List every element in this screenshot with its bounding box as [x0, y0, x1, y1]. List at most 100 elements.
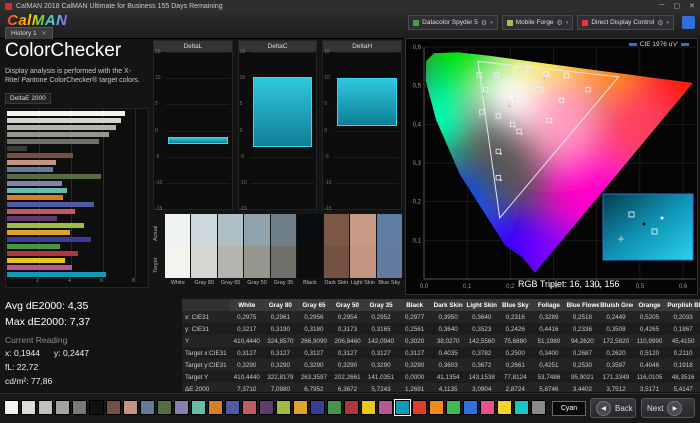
- color-swatch[interactable]: [361, 400, 376, 415]
- table-cell: 0,3290: [263, 359, 298, 371]
- gridline: [250, 156, 315, 158]
- table-row: Target y:CIE31 0,3290 0,3290 0,3290 0,3290 0,…: [182, 359, 700, 371]
- table-cell: 3,7512: [599, 383, 633, 392]
- gridline: [335, 209, 400, 210]
- app-menu-icon[interactable]: [682, 16, 695, 29]
- patch-column[interactable]: White: [165, 214, 191, 290]
- table-cell: 0,3672: [464, 359, 499, 371]
- table-row-label: y: CIE31: [182, 323, 230, 335]
- table-cell: 5,7243: [364, 383, 398, 392]
- color-swatch[interactable]: [106, 400, 121, 415]
- de2000-bar: [7, 117, 121, 123]
- color-swatch[interactable]: [21, 400, 36, 415]
- color-swatch[interactable]: [38, 400, 53, 415]
- svg-text:0,2: 0,2: [506, 284, 515, 290]
- table-cell: 0,0000: [397, 371, 432, 383]
- color-swatch[interactable]: [72, 400, 87, 415]
- chevron-down-icon[interactable]: ▾: [490, 20, 493, 26]
- color-swatch[interactable]: [174, 400, 189, 415]
- target-patch: [350, 246, 376, 278]
- patch-name: Blue Sky: [378, 280, 401, 286]
- color-swatch[interactable]: [378, 400, 393, 415]
- color-swatch[interactable]: [123, 400, 138, 415]
- table-cell: 0,3190: [263, 323, 298, 335]
- de2000-bar: [7, 159, 57, 165]
- table-cell: 48,3516: [666, 371, 700, 383]
- color-swatch[interactable]: [327, 400, 342, 415]
- patch-column[interactable]: Dark Skin: [323, 214, 350, 290]
- color-swatch[interactable]: [531, 400, 546, 415]
- patch-column[interactable]: Gray 65: [217, 214, 244, 290]
- patch-column[interactable]: Gray 35: [270, 214, 297, 290]
- table-cell: 0,2449: [599, 311, 633, 323]
- color-swatch[interactable]: [497, 400, 512, 415]
- patch-column[interactable]: Black: [297, 214, 323, 290]
- color-swatch[interactable]: [344, 400, 359, 415]
- patch-column[interactable]: Gray 80: [191, 214, 217, 290]
- table-cell: 0,2620: [599, 347, 633, 359]
- gridline: [166, 52, 230, 53]
- color-swatch[interactable]: [276, 400, 291, 415]
- next-button[interactable]: Next ▶: [641, 398, 695, 418]
- color-swatch[interactable]: [429, 400, 444, 415]
- minimize-button[interactable]: ─: [660, 2, 665, 10]
- back-button[interactable]: ◀ Back: [590, 398, 636, 418]
- color-swatch[interactable]: [310, 400, 325, 415]
- color-swatch[interactable]: [480, 400, 495, 415]
- gridline: [166, 156, 230, 158]
- patch-column[interactable]: Blue Sky: [376, 214, 402, 290]
- color-swatch[interactable]: [412, 400, 427, 415]
- de2000-bar: [7, 145, 28, 151]
- gridline: [166, 78, 230, 80]
- table-cell: 0,3020: [397, 335, 432, 347]
- patch-column[interactable]: Gray 50: [244, 214, 270, 290]
- color-swatch[interactable]: [463, 400, 478, 415]
- color-swatch[interactable]: [4, 400, 19, 415]
- close-button[interactable]: ✕: [689, 2, 695, 10]
- color-swatch[interactable]: [55, 400, 70, 415]
- color-swatch[interactable]: [259, 400, 274, 415]
- color-swatch[interactable]: [89, 400, 104, 415]
- de2000-bar: [7, 208, 75, 214]
- chevron-down-icon[interactable]: ▾: [666, 20, 669, 26]
- color-swatch[interactable]: [242, 400, 257, 415]
- y-axis-tick: 5: [155, 101, 158, 108]
- color-swatch[interactable]: [191, 400, 206, 415]
- reading-x: x: 0,1944: [5, 348, 40, 358]
- color-swatch[interactable]: [514, 400, 529, 415]
- max-de2000: Max dE2000: 7,37: [5, 316, 91, 328]
- patch-column[interactable]: Light Skin: [350, 214, 376, 290]
- color-swatch[interactable]: [446, 400, 461, 415]
- color-swatch[interactable]: [157, 400, 172, 415]
- y-axis-tick: 10: [155, 75, 161, 82]
- color-swatch[interactable]: [225, 400, 240, 415]
- gear-icon[interactable]: ⚙: [557, 19, 563, 27]
- gear-icon[interactable]: ⚙: [657, 19, 663, 27]
- color-swatch[interactable]: [208, 400, 223, 415]
- table-cell: 0,2316: [498, 311, 533, 323]
- patch-name: Light Skin: [350, 280, 375, 286]
- tab-close-icon[interactable]: ✕: [42, 30, 47, 37]
- color-swatch[interactable]: [293, 400, 308, 415]
- table-cell: 0,3173: [330, 323, 365, 335]
- y-axis-tick: -15: [155, 206, 163, 212]
- gear-icon[interactable]: ⚙: [481, 19, 487, 27]
- target-patch: [191, 246, 217, 278]
- device-color-icon: [582, 19, 589, 26]
- y-axis-tick: 5: [324, 101, 328, 108]
- table-cell: 5,8746: [532, 383, 566, 392]
- delta-box: [252, 77, 313, 147]
- color-swatch[interactable]: [394, 399, 411, 416]
- actual-row-label: Actual: [153, 225, 159, 241]
- table-cell: 0,1867: [666, 323, 700, 335]
- table-cell: 1,2691: [397, 383, 432, 392]
- device-selector[interactable]: Datacolor Spyder 5 ⚙ ▾: [408, 15, 498, 30]
- table-cell: 0,3640: [464, 311, 499, 323]
- maximize-button[interactable]: ▢: [674, 2, 681, 10]
- device-selector[interactable]: Mobile Forge ⚙ ▾: [501, 15, 574, 30]
- back-arrow-icon: ◀: [596, 400, 611, 416]
- stats-block: Avg dE2000: 4,35 Max dE2000: 7,37 Curren…: [5, 300, 180, 390]
- device-selector[interactable]: Direct Display Control ⚙ ▾: [577, 15, 674, 30]
- color-swatch[interactable]: [140, 400, 155, 415]
- chevron-down-icon[interactable]: ▾: [566, 20, 569, 26]
